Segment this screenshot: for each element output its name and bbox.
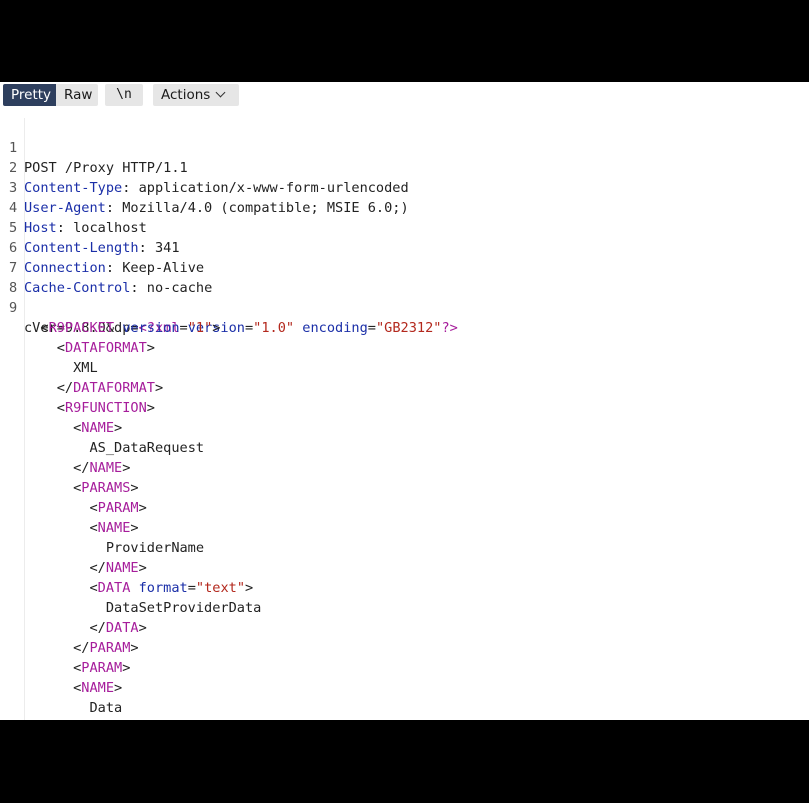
code-line: </NAME> — [0, 698, 65, 718]
xml-tag: PARAMS — [81, 480, 131, 496]
code-line: <DATA format="text"> — [89, 580, 254, 596]
code-line: <NAME> — [73, 680, 123, 696]
editor-toolbar: Pretty Raw \n Actions — [0, 82, 809, 108]
actions-label: Actions — [161, 87, 211, 103]
xml-tag: NAME — [89, 460, 123, 476]
header-value: application/x-www-form-urlencoded — [138, 180, 409, 196]
header-value: Mozilla/4.0 (compatible; MSIE 6.0;) — [122, 200, 409, 216]
xml-tag: NAME — [81, 420, 115, 436]
xml-encoding: GB2312 — [384, 320, 434, 336]
xml-tag: PARAM — [97, 500, 139, 516]
xml-text: ProviderName — [105, 540, 205, 556]
code-editor[interactable]: 1 POST /Proxy HTTP/1.1 2 Content-Type: a… — [0, 118, 809, 720]
xml-tag: PARAM — [89, 640, 131, 656]
xml-tag: NAME — [81, 680, 115, 696]
code-line: 1 POST /Proxy HTTP/1.1 — [0, 118, 188, 176]
code-line: DataSetProviderData — [0, 578, 262, 616]
xml-text: DataSetProviderData — [105, 600, 262, 616]
code-line: </PARAM> — [73, 640, 139, 656]
tab-newline-toggle[interactable]: \n — [105, 84, 143, 106]
code-line: </NAME> — [73, 460, 131, 476]
code-line: <DATAFORMAT> — [56, 340, 155, 356]
request-panel: Pretty Raw \n Actions 1 POST /Proxy HTTP… — [0, 82, 809, 720]
data-format: text — [204, 580, 237, 596]
code-line: 4 Host: localhost — [9, 200, 147, 236]
code-line: 3 User-Agent: Mozilla/4.0 (compatible; M… — [9, 180, 409, 216]
actions-dropdown[interactable]: Actions — [153, 84, 239, 106]
code-line: <PARAM> — [89, 500, 147, 516]
code-line: <NAME> — [89, 520, 139, 536]
xml-tag: NAME — [97, 520, 131, 536]
xml-text: Data — [89, 700, 123, 716]
code-line: <PARAM> — [73, 660, 131, 676]
code-line: </DATA> — [89, 620, 147, 636]
xml-tag: DATAFORMAT — [73, 380, 155, 396]
xml-tag: PARAM — [81, 660, 123, 676]
xml-tag: R9FUNCTION — [64, 400, 147, 416]
code-line: XML — [0, 338, 98, 376]
code-line: ProviderName — [0, 518, 204, 556]
tab-pretty[interactable]: Pretty — [3, 84, 56, 106]
code-line: <R9FUNCTION> — [56, 400, 155, 416]
chevron-down-icon — [215, 87, 226, 98]
xml-text: AS_DataRequest — [89, 440, 205, 456]
header-value: Keep-Alive — [122, 260, 205, 276]
xml-tag: DATAFORMAT — [64, 340, 147, 356]
code-line: 6 Connection: Keep-Alive — [9, 240, 205, 276]
header-value: 341 — [154, 240, 180, 256]
code-line: 7 Cache-Control: no-cache — [9, 260, 213, 296]
xml-tag: NAME — [105, 560, 139, 576]
code-line: 5 Content-Length: 341 — [9, 220, 180, 256]
code-line: <PARAMS> — [73, 480, 139, 496]
packet-version: 1 — [195, 320, 205, 336]
xml-text: XML — [73, 360, 98, 376]
code-line: 8 — [0, 258, 65, 296]
header-value: no-cache — [146, 280, 213, 296]
tab-raw[interactable]: Raw — [56, 84, 98, 106]
xml-tag: DATA — [97, 580, 131, 596]
code-line: </NAME> — [89, 560, 147, 576]
code-line: <NAME> — [73, 420, 123, 436]
header-value: localhost — [73, 220, 147, 236]
code-line: AS_DataRequest — [0, 418, 204, 456]
code-line: 2 Content-Type: application/x-www-form-u… — [9, 160, 409, 196]
code-line: Data — [0, 678, 122, 716]
code-line: 9 cVer=9.8.0&dp=<?xml version="1.0" enco… — [9, 300, 458, 336]
code-line: <R9PACKET version="1"> — [40, 320, 221, 336]
xml-version: 1.0 — [261, 320, 286, 336]
code-line: </DATAFORMAT> — [56, 380, 164, 396]
xml-tag: DATA — [105, 620, 139, 636]
